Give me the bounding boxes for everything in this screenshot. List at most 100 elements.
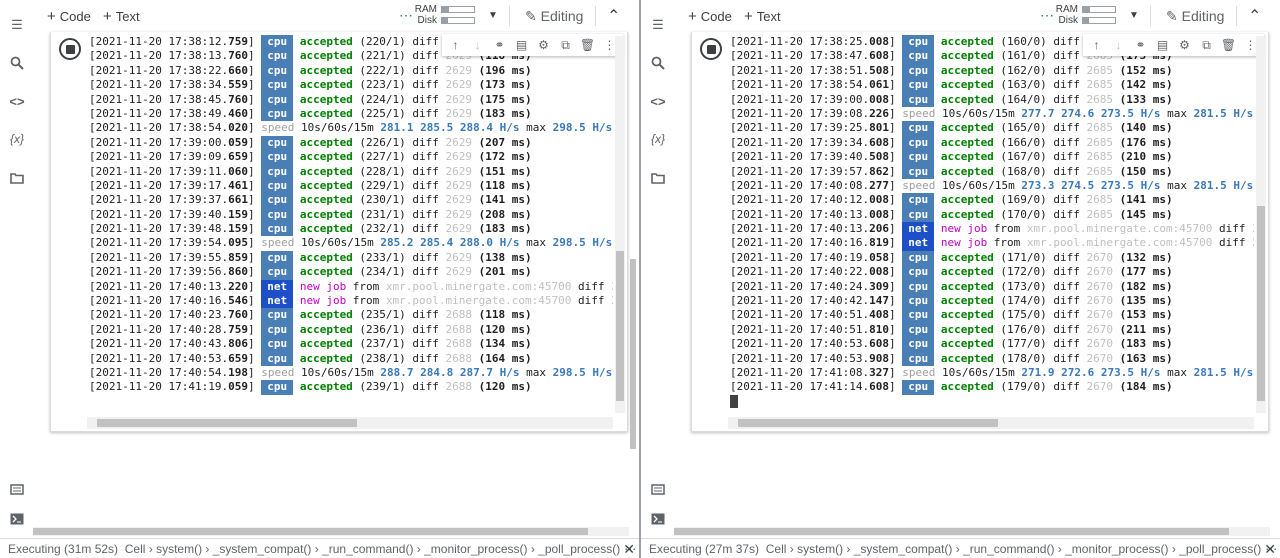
- arrow-up-icon[interactable]: ↑: [1087, 38, 1106, 52]
- link-icon[interactable]: ⚭: [1131, 38, 1150, 52]
- latency: (196 ms): [478, 63, 532, 77]
- add-code-button[interactable]: + Code: [688, 8, 732, 25]
- cpu-tag: cpu: [261, 135, 294, 151]
- hashrate: 273.5 H/s: [1100, 365, 1161, 379]
- difficulty: 2670: [1086, 380, 1114, 394]
- log-line: [2021-11-20 17:40:43.806] cpu accepted (…: [89, 337, 532, 352]
- latency: (140 ms): [1119, 121, 1173, 135]
- add-text-button[interactable]: + Text: [744, 8, 781, 25]
- accepted-label: accepted: [299, 322, 353, 336]
- add-code-button[interactable]: + Code: [47, 8, 91, 25]
- difficulty: 2685: [1086, 92, 1114, 106]
- difficulty: 2670: [1086, 279, 1114, 293]
- code-icon[interactable]: <>: [8, 93, 26, 109]
- code-cell[interactable]: [2021-11-20 17:38:12.759] cpu accepted (…: [50, 32, 628, 432]
- menu-icon[interactable]: ☰: [649, 17, 667, 33]
- settings-icon[interactable]: ⚙: [534, 38, 553, 52]
- trash-icon[interactable]: 🗑: [578, 38, 597, 52]
- timestamp: [2021-11-20 17:40:19.058]: [730, 250, 896, 264]
- close-icon[interactable]: ✕: [623, 541, 635, 558]
- close-icon[interactable]: ✕: [1264, 541, 1276, 558]
- hashrate: 284.8: [420, 365, 454, 379]
- difficulty: 2688: [445, 322, 473, 336]
- resource-dropdown-icon[interactable]: ▼: [488, 10, 498, 21]
- terminal-icon[interactable]: [649, 511, 667, 527]
- trash-icon[interactable]: 🗑: [1219, 38, 1238, 52]
- cpu-tag: cpu: [261, 150, 294, 165]
- accepted-label: accepted: [940, 92, 994, 106]
- difficulty: 2685: [1086, 135, 1114, 149]
- output-vertical-scrollbar[interactable]: [1256, 36, 1266, 413]
- timestamp: [2021-11-20 17:40:16.819]: [730, 236, 896, 250]
- new-job-label: new job: [940, 222, 988, 236]
- variables-icon[interactable]: {x}: [8, 131, 26, 147]
- difficulty: 2685: [1086, 121, 1114, 135]
- folder-icon[interactable]: [8, 170, 26, 186]
- resource-dropdown-icon[interactable]: ▼: [1129, 10, 1139, 21]
- arrow-down-icon[interactable]: ↓: [468, 38, 487, 52]
- comment-icon[interactable]: ▤: [512, 38, 531, 52]
- cell-output[interactable]: [2021-11-20 17:38:25.008] cpu accepted (…: [730, 35, 1254, 413]
- output-horizontal-scrollbar[interactable]: [728, 417, 1254, 429]
- log-line: [2021-11-20 17:39:34.608] cpu accepted (…: [730, 135, 1173, 151]
- collapse-chevron-up-icon[interactable]: ⌃: [607, 6, 620, 26]
- link-icon[interactable]: ⚭: [490, 38, 509, 52]
- log-line: [2021-11-20 17:38:51.508] cpu accepted (…: [730, 63, 1173, 79]
- resource-monitor[interactable]: RAM Disk: [413, 4, 475, 26]
- cpu-tag: cpu: [902, 380, 935, 395]
- notebook-vertical-scrollbar[interactable]: [629, 34, 637, 449]
- editing-mode-button[interactable]: ✎ Editing: [525, 8, 583, 25]
- accepted-label: accepted: [940, 380, 994, 394]
- code-cell[interactable]: [2021-11-20 17:38:25.008] cpu accepted (…: [691, 32, 1269, 432]
- terminal-icon[interactable]: [8, 511, 26, 527]
- timestamp: [2021-11-20 17:39:37.661]: [89, 193, 255, 207]
- editing-mode-button[interactable]: ✎ Editing: [1166, 8, 1224, 25]
- log-line: [2021-11-20 17:39:40.508] cpu accepted (…: [730, 150, 1173, 165]
- variables-icon[interactable]: {x}: [649, 131, 667, 147]
- add-text-button[interactable]: + Text: [103, 8, 140, 25]
- cpu-tag: cpu: [261, 63, 294, 79]
- input-prompt[interactable]: [730, 395, 1254, 409]
- snippets-icon[interactable]: [8, 481, 26, 497]
- hashrate: 285.5: [420, 121, 454, 135]
- notebook-vertical-scrollbar[interactable]: [1270, 34, 1278, 449]
- cpu-tag: cpu: [902, 78, 935, 93]
- output-horizontal-scrollbar[interactable]: [87, 417, 613, 429]
- timestamp: [2021-11-20 17:40:54.198]: [89, 365, 255, 379]
- cell-output[interactable]: [2021-11-20 17:38:12.759] cpu accepted (…: [89, 35, 613, 413]
- snippets-icon[interactable]: [649, 481, 667, 497]
- search-icon[interactable]: [649, 55, 667, 71]
- notebook-horizontal-scrollbar[interactable]: [33, 527, 629, 536]
- toolbar-divider: [1236, 6, 1237, 26]
- folder-icon[interactable]: [649, 170, 667, 186]
- log-line: [2021-11-20 17:40:23.760] cpu accepted (…: [89, 308, 532, 323]
- resource-monitor[interactable]: RAM Disk: [1054, 4, 1116, 26]
- latency: (141 ms): [1119, 193, 1173, 207]
- latency: (133 ms): [1119, 92, 1173, 106]
- stop-execution-button[interactable]: [700, 38, 722, 60]
- code-icon[interactable]: <>: [649, 93, 667, 109]
- arrow-up-icon[interactable]: ↑: [446, 38, 465, 52]
- stop-execution-button[interactable]: [59, 38, 81, 60]
- timestamp: [2021-11-20 17:40:13.008]: [730, 207, 896, 221]
- cell-toolbar: ↑ ↓ ⚭ ▤ ⚙ ⧉ 🗑 ⋮: [1083, 34, 1264, 56]
- arrow-down-icon[interactable]: ↓: [1109, 38, 1128, 52]
- comment-icon[interactable]: ▤: [1153, 38, 1172, 52]
- net-tag: net: [902, 236, 935, 251]
- difficulty: 2670: [1086, 351, 1114, 365]
- settings-icon[interactable]: ⚙: [1175, 38, 1194, 52]
- menu-icon[interactable]: ☰: [8, 17, 26, 33]
- output-vertical-scrollbar[interactable]: [615, 36, 625, 413]
- timestamp: [2021-11-20 17:38:54.020]: [89, 121, 255, 135]
- log-line: [2021-11-20 17:38:22.660] cpu accepted (…: [89, 63, 532, 79]
- pool-host: xmr.pool.minergate.com:45700: [1026, 222, 1213, 236]
- mirror-icon[interactable]: ⧉: [556, 38, 575, 53]
- search-icon[interactable]: [8, 55, 26, 71]
- collapse-chevron-up-icon[interactable]: ⌃: [1248, 6, 1261, 26]
- timestamp: [2021-11-20 17:39:56.860]: [89, 265, 255, 279]
- hashrate: 273.5 H/s: [1100, 178, 1161, 192]
- latency: (142 ms): [1119, 78, 1173, 92]
- notebook-horizontal-scrollbar[interactable]: [674, 527, 1270, 536]
- mirror-icon[interactable]: ⧉: [1197, 38, 1216, 53]
- timestamp: [2021-11-20 17:40:53.608]: [730, 337, 896, 351]
